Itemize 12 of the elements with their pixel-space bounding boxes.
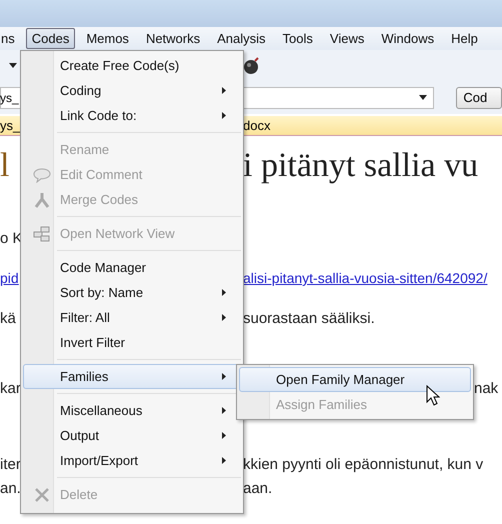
document-text: kä <box>0 310 16 326</box>
document-text: suorastaan sääliksi. <box>243 310 375 326</box>
tab-label: docx <box>243 118 270 133</box>
document-text: aan. <box>243 480 272 496</box>
document-text: nak <box>474 380 498 396</box>
document-text: iter <box>0 456 21 472</box>
document-text: kar <box>0 380 21 396</box>
tab-label: ys_ <box>0 118 20 133</box>
document-text: an. <box>0 480 21 496</box>
document-title: l <box>0 147 10 185</box>
document-text: kkien pyynti oli epäonnistunut, kun v <box>243 456 484 472</box>
document-title: i pitänyt sallia vu <box>243 147 478 185</box>
